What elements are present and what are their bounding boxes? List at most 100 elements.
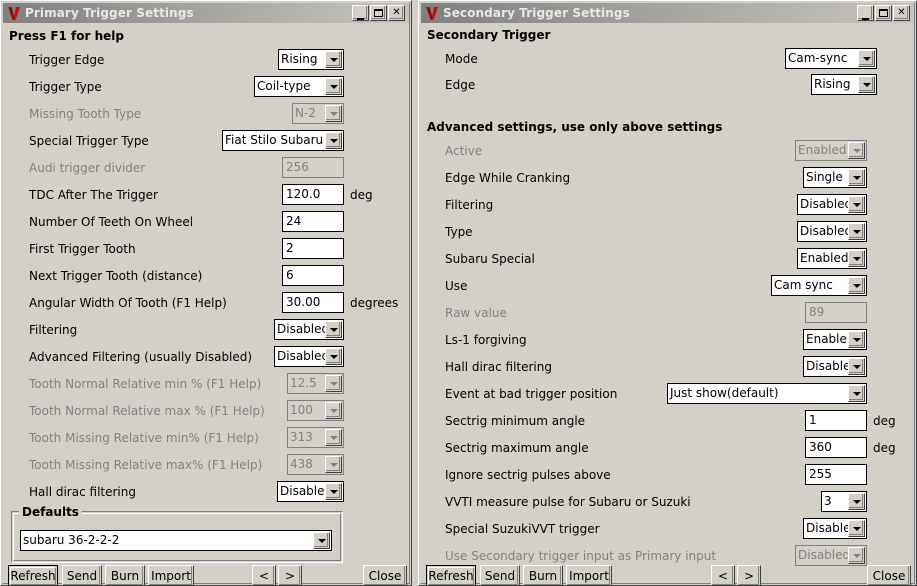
chevron-down-icon[interactable] <box>848 196 865 213</box>
chevron-down-icon[interactable] <box>848 520 865 537</box>
select-value-use: Cam sync <box>774 278 833 292</box>
select-type[interactable]: Disabled <box>797 221 867 242</box>
previous-page-button[interactable]: < <box>252 565 276 585</box>
primary-window-controls: ✕ <box>352 5 405 21</box>
input-tdc-after-the-trigger[interactable]: 120.0 <box>282 184 344 205</box>
select-value-tooth-missing-relative-min-f1-help: 313 <box>290 430 313 444</box>
chevron-down-icon[interactable] <box>848 331 865 348</box>
input-sectrig-maximum-angle[interactable]: 360 <box>805 437 867 458</box>
input-ignore-sectrig-pulses-above[interactable]: 255 <box>805 464 867 485</box>
previous-page-label: < <box>258 569 270 583</box>
label-trigger-edge: Trigger Edge <box>29 53 105 67</box>
select-advanced-filtering-usually-disabled[interactable]: Disabled <box>274 346 344 367</box>
label-ignore-sectrig-pulses-above: Ignore sectrig pulses above <box>445 468 611 482</box>
select-vvti-measure-pulse-for-subaru-or-suzuki[interactable]: 3 <box>821 491 867 512</box>
chevron-down-icon[interactable] <box>848 493 865 510</box>
chevron-down-icon <box>848 142 865 159</box>
advanced-settings-section-title: Advanced settings, use only above settin… <box>427 120 723 134</box>
chevron-down-icon <box>325 375 342 392</box>
select-event-at-bad-trigger-position[interactable]: Just show(default) <box>667 383 867 404</box>
select-subaru-special[interactable]: Enabled <box>797 248 867 269</box>
label-sectrig-maximum-angle: Sectrig maximum angle <box>445 441 589 455</box>
previous-page-button[interactable]: < <box>711 565 735 585</box>
chevron-down-icon[interactable] <box>848 358 865 375</box>
send-button[interactable]: Send <box>480 565 520 585</box>
minimize-button[interactable] <box>857 5 874 21</box>
label-edge: Edge <box>445 78 476 92</box>
chevron-down-icon[interactable] <box>848 385 865 402</box>
chevron-down-icon[interactable] <box>325 51 342 68</box>
defaults-select[interactable]: subaru 36-2-2-2 <box>20 530 332 551</box>
primary-titlebar[interactable]: Primary Trigger Settings ✕ <box>3 3 409 23</box>
label-event-at-bad-trigger-position: Event at bad trigger position <box>445 387 618 401</box>
select-edge-while-cranking[interactable]: Single <box>803 167 867 188</box>
send-button[interactable]: Send <box>62 565 102 585</box>
import-button[interactable]: Import <box>148 565 194 585</box>
select-trigger-type[interactable]: Coil-type <box>254 76 344 97</box>
select-mode[interactable]: Cam-sync <box>785 48 877 69</box>
refresh-button[interactable]: Refresh <box>426 565 476 585</box>
burn-button[interactable]: Burn <box>105 565 145 585</box>
maximize-button[interactable] <box>875 5 892 21</box>
chevron-down-icon[interactable] <box>325 483 342 500</box>
label-vvti-measure-pulse-for-subaru-or-suzuki: VVTI measure pulse for Subaru or Suzuki <box>445 495 691 509</box>
refresh-button[interactable]: Refresh <box>8 565 58 585</box>
select-ls-1-forgiving[interactable]: Enable <box>803 329 867 350</box>
select-hall-dirac-filtering[interactable]: Disable <box>277 481 344 502</box>
select-filtering[interactable]: Disabled <box>797 194 867 215</box>
select-value-tooth-missing-relative-max-f1-help: 438 <box>290 457 313 471</box>
close-button[interactable]: ✕ <box>388 5 405 21</box>
minimize-icon <box>353 6 368 22</box>
label-raw-value: Raw value <box>445 306 507 320</box>
label-active: Active <box>445 144 483 158</box>
label-trigger-type: Trigger Type <box>29 80 102 94</box>
select-tooth-normal-relative-max-f1-help: 100 <box>287 400 344 421</box>
chevron-down-icon[interactable] <box>848 277 865 294</box>
input-raw-value: 89 <box>805 302 867 323</box>
import-button-label: Import <box>151 569 191 583</box>
close-button[interactable]: ✕ <box>893 5 910 21</box>
input-number-of-teeth-on-wheel[interactable]: 24 <box>282 211 344 232</box>
close-window-button[interactable]: Close <box>867 565 911 585</box>
select-value-subaru-special: Enabled <box>800 251 848 265</box>
close-window-button[interactable]: Close <box>363 565 407 585</box>
label-missing-tooth-type: Missing Tooth Type <box>29 107 142 121</box>
input-angular-width-of-tooth-f1-help[interactable]: 30.00 <box>282 292 344 313</box>
input-sectrig-minimum-angle[interactable]: 1 <box>805 410 867 431</box>
import-button[interactable]: Import <box>566 565 612 585</box>
chevron-down-icon[interactable] <box>848 250 865 267</box>
chevron-down-icon[interactable] <box>848 169 865 186</box>
select-value-filtering: Disabled <box>800 197 848 211</box>
chevron-down-icon <box>325 456 342 473</box>
select-filtering[interactable]: Disabled <box>274 319 344 340</box>
defaults-group-title: Defaults <box>19 505 82 519</box>
maximize-button[interactable] <box>370 5 387 21</box>
chevron-down-icon[interactable] <box>858 76 875 93</box>
vems-v-logo-icon <box>424 5 440 21</box>
select-special-suzukivvt-trigger[interactable]: Disable <box>803 518 867 539</box>
select-use[interactable]: Cam sync <box>771 275 867 296</box>
secondary-titlebar[interactable]: Secondary Trigger Settings ✕ <box>421 3 914 23</box>
input-first-trigger-tooth[interactable]: 2 <box>282 238 344 259</box>
select-trigger-edge[interactable]: Rising <box>278 49 344 70</box>
secondary-window-controls: ✕ <box>857 5 910 21</box>
input-next-trigger-tooth-distance[interactable]: 6 <box>282 265 344 286</box>
maximize-icon <box>371 6 386 20</box>
press-f1-for-help-label: Press F1 for help <box>9 29 124 43</box>
next-page-button[interactable]: > <box>278 565 302 585</box>
chevron-down-icon[interactable] <box>858 50 875 67</box>
chevron-down-icon[interactable] <box>325 321 342 338</box>
chevron-down-icon[interactable] <box>325 348 342 365</box>
chevron-down-icon[interactable] <box>325 78 342 95</box>
minimize-button[interactable] <box>352 5 369 21</box>
select-edge[interactable]: Rising <box>811 74 877 95</box>
next-page-button[interactable]: > <box>737 565 761 585</box>
chevron-down-icon[interactable] <box>325 132 342 149</box>
label-type: Type <box>445 225 473 239</box>
burn-button[interactable]: Burn <box>523 565 563 585</box>
select-hall-dirac-filtering[interactable]: Disable <box>803 356 867 377</box>
label-advanced-filtering-usually-disabled: Advanced Filtering (usually Disabled) <box>29 350 253 364</box>
chevron-down-icon[interactable] <box>848 223 865 240</box>
select-special-trigger-type[interactable]: Fiat Stilo Subaru <box>222 130 344 151</box>
chevron-down-icon[interactable] <box>313 532 330 549</box>
